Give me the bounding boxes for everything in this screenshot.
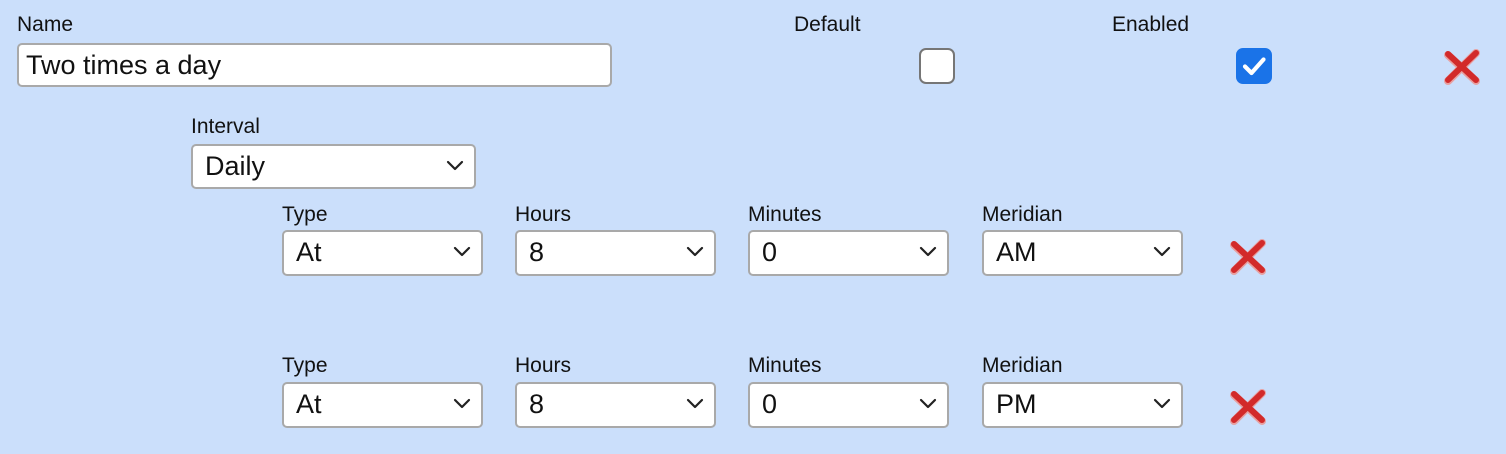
meridian-select[interactable]: PM [982,382,1183,428]
chevron-down-icon [1153,398,1171,409]
name-label: Name [17,13,74,36]
meridian-select-value: AM [996,237,1037,267]
chevron-down-icon [686,246,704,257]
meridian-label: Meridian [982,203,1063,226]
close-x-icon [1230,389,1266,425]
type-select-value: At [296,237,322,267]
name-input-value: Two times a day [26,50,222,80]
chevron-down-icon [446,160,464,171]
delete-schedule-button[interactable] [1442,47,1482,92]
chevron-down-icon [919,398,937,409]
chevron-down-icon [1153,246,1171,257]
enabled-checkbox[interactable] [1236,48,1272,84]
default-label: Default [794,13,861,36]
minutes-select[interactable]: 0 [748,382,949,428]
minutes-label: Minutes [748,203,822,226]
minutes-select-value: 0 [762,237,778,267]
meridian-label: Meridian [982,354,1063,377]
name-input[interactable]: Two times a day [17,43,612,87]
interval-select-value: Daily [205,151,266,181]
type-select-value: At [296,389,322,419]
meridian-select-value: PM [996,389,1037,419]
type-label: Type [282,203,328,226]
close-x-icon [1230,239,1266,275]
chevron-down-icon [453,246,471,257]
interval-label: Interval [191,115,260,138]
enabled-label: Enabled [1112,13,1190,36]
checkmark-icon [1242,57,1266,76]
hours-select[interactable]: 8 [515,382,716,428]
hours-label: Hours [515,354,572,377]
hours-select-value: 8 [529,389,545,419]
type-label: Type [282,354,328,377]
schedule-editor: Name Two times a day Default Enabled Int… [0,0,1506,454]
delete-time-button[interactable] [1228,237,1268,282]
chevron-down-icon [686,398,704,409]
close-x-icon [1444,49,1480,85]
default-checkbox[interactable] [919,48,955,84]
minutes-select[interactable]: 0 [748,230,949,276]
meridian-select[interactable]: AM [982,230,1183,276]
minutes-label: Minutes [748,354,822,377]
hours-label: Hours [515,203,572,226]
interval-select[interactable]: Daily [191,144,476,189]
minutes-select-value: 0 [762,389,778,419]
hours-select-value: 8 [529,237,545,267]
hours-select[interactable]: 8 [515,230,716,276]
chevron-down-icon [453,398,471,409]
chevron-down-icon [919,246,937,257]
type-select[interactable]: At [282,382,483,428]
type-select[interactable]: At [282,230,483,276]
delete-time-button[interactable] [1228,387,1268,432]
